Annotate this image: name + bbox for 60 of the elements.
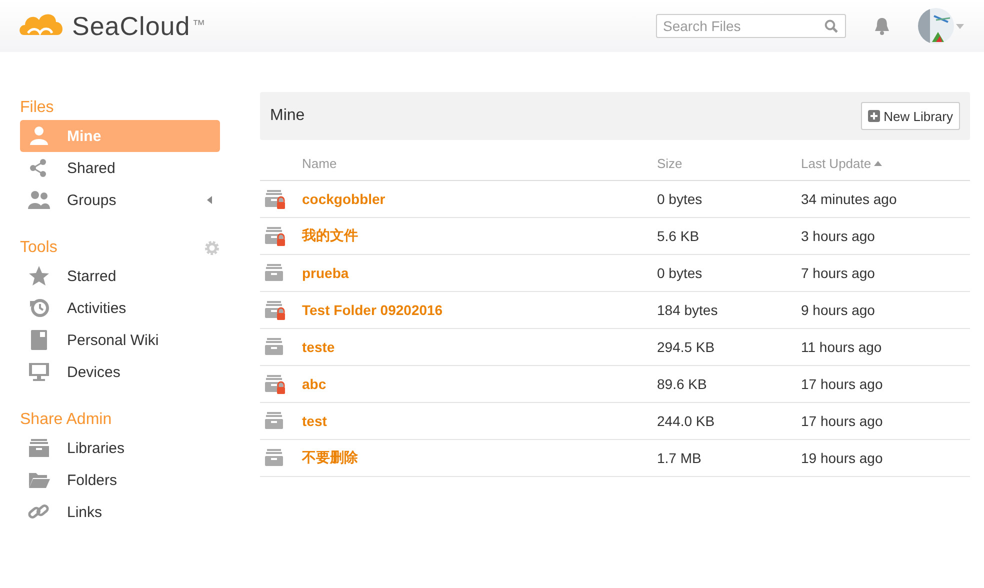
monitor-icon xyxy=(28,362,50,382)
size-text: 0 bytes xyxy=(657,191,702,207)
updated-text: 34 minutes ago xyxy=(801,191,897,207)
library-link[interactable]: 我的文件 xyxy=(302,227,358,243)
library-link[interactable]: abc xyxy=(302,376,326,392)
new-library-button[interactable]: New Library xyxy=(860,102,960,130)
section-heading: Share Admin xyxy=(20,411,112,429)
updated-text: 17 hours ago xyxy=(801,376,883,392)
library-link[interactable]: teste xyxy=(302,339,335,355)
updated-text: 7 hours ago xyxy=(801,265,875,281)
library-link[interactable]: cockgobbler xyxy=(302,191,386,207)
updated-text: 19 hours ago xyxy=(801,450,883,466)
updated-text: 17 hours ago xyxy=(801,413,883,429)
history-icon xyxy=(28,298,50,318)
column-header[interactable]: Last Update xyxy=(801,156,882,170)
library-link[interactable]: 不要删除 xyxy=(302,449,358,465)
updated-text: 9 hours ago xyxy=(801,302,875,318)
settings-icon[interactable] xyxy=(204,240,220,256)
sidebar-item[interactable]: Links xyxy=(20,496,220,528)
bell-icon[interactable] xyxy=(872,16,892,36)
column-header[interactable]: Name xyxy=(302,156,337,170)
sidebar-item[interactable]: Shared xyxy=(20,152,220,184)
library-link[interactable]: test xyxy=(302,413,327,429)
sidebar-item[interactable]: Folders xyxy=(20,464,220,496)
sidebar-item[interactable]: Starred xyxy=(20,260,220,292)
sort-arrow-icon[interactable] xyxy=(874,160,882,166)
library-link[interactable]: prueba xyxy=(302,265,349,281)
updated-text: 11 hours ago xyxy=(801,339,882,355)
sidebar-item[interactable]: Personal Wiki xyxy=(20,324,220,356)
drawer-icon xyxy=(28,438,50,458)
section-heading: Files xyxy=(20,99,54,117)
folder-icon xyxy=(28,470,50,490)
search-icon[interactable] xyxy=(824,19,838,33)
size-text: 244.0 KB xyxy=(657,413,715,429)
sidebar-item[interactable]: Devices xyxy=(20,356,220,388)
book-icon xyxy=(28,330,50,350)
logo-text: SeaCloud xyxy=(72,10,190,42)
page-title: Mine xyxy=(270,107,305,125)
size-text: 0 bytes xyxy=(657,265,702,281)
size-text: 294.5 KB xyxy=(657,339,715,355)
search-field[interactable]: Search Files xyxy=(656,14,846,38)
updated-text: 3 hours ago xyxy=(801,228,875,244)
groups-icon xyxy=(28,190,50,210)
column-header[interactable]: Size xyxy=(657,156,682,170)
sidebar-item[interactable]: Activities xyxy=(20,292,220,324)
size-text: 89.6 KB xyxy=(657,376,707,392)
section-heading: Tools xyxy=(20,239,58,257)
person-icon xyxy=(28,126,50,146)
star-icon xyxy=(28,266,50,286)
size-text: 184 bytes xyxy=(657,302,718,318)
size-text: 1.7 MB xyxy=(657,450,702,466)
sidebar-item[interactable]: Groups xyxy=(20,184,220,216)
size-text: 5.6 KB xyxy=(657,228,700,244)
caret-left-icon[interactable] xyxy=(206,195,212,205)
plus-icon xyxy=(868,110,880,122)
library-link[interactable]: Test Folder 09202016 xyxy=(302,302,443,318)
sidebar-item[interactable]: Libraries xyxy=(20,432,220,464)
sidebar-item[interactable]: Mine xyxy=(20,120,220,152)
trademark: ™ xyxy=(192,17,206,32)
caret-icon[interactable] xyxy=(956,24,964,28)
